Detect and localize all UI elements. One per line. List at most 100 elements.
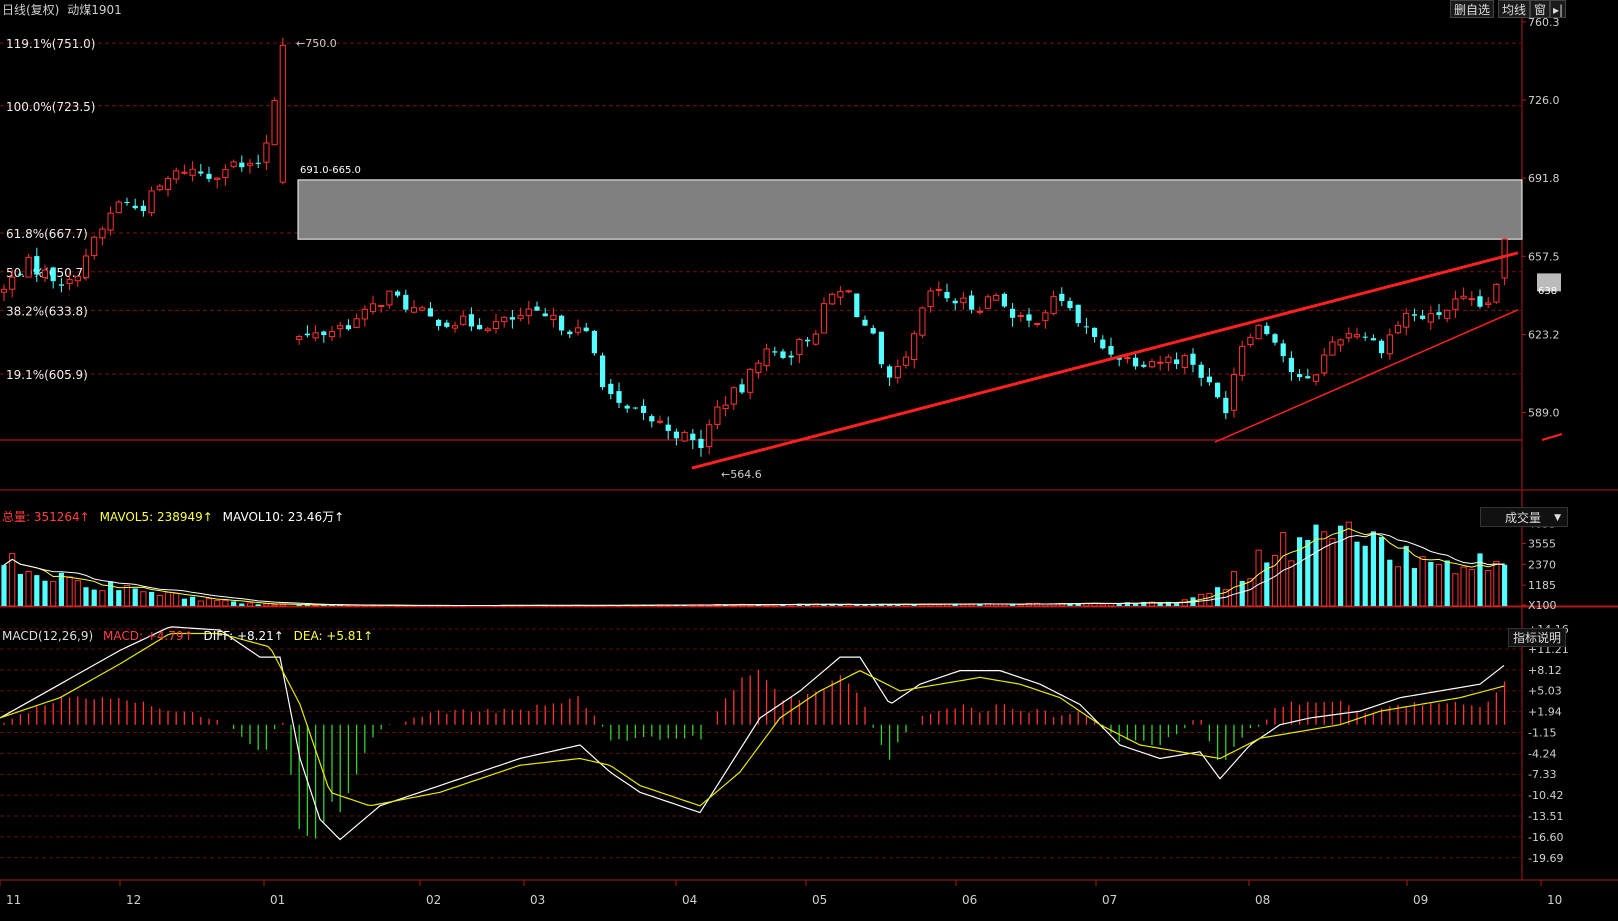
delete-watchlist-button[interactable]: 删自选 (1450, 0, 1494, 18)
volume-axis-label: 3555 (1528, 537, 1556, 550)
candle-body (674, 432, 679, 439)
volume-bar (190, 597, 195, 606)
candle-body (526, 309, 531, 316)
volume-bar (313, 605, 318, 606)
volume-bar (1322, 532, 1327, 606)
volume-bar (1469, 570, 1474, 606)
volume-bar (133, 588, 138, 606)
volume-bar (1354, 542, 1359, 606)
volume-bar (42, 581, 47, 606)
volume-bar (75, 581, 80, 606)
candle-body (272, 100, 277, 144)
volume-bar (1158, 603, 1163, 606)
candle-body (657, 421, 662, 422)
candle-body (1240, 346, 1245, 375)
candle-body (42, 270, 47, 277)
candle-body (1387, 335, 1392, 354)
indicator-help-button[interactable]: 指标说明 (1508, 628, 1566, 647)
candle-body (420, 308, 425, 310)
price-axis-label: 589.0 (1528, 406, 1560, 419)
candle-body (1371, 338, 1376, 340)
candle-body (600, 356, 605, 388)
candle-body (18, 274, 23, 275)
volume-indicator-select[interactable]: 成交量 ▼ (1480, 507, 1568, 527)
volume-axis-label: 1185 (1528, 579, 1556, 592)
volume-bar (26, 571, 31, 606)
period-label[interactable]: 日线(复权) (2, 3, 59, 17)
candle-body (10, 277, 15, 289)
mavol5-value: MAVOL5: 238949↑ (100, 510, 213, 524)
candle-body (124, 202, 129, 203)
candle-body (223, 170, 228, 178)
macd-axis-label: -10.42 (1528, 789, 1563, 802)
candle-body (575, 328, 580, 332)
time-axis-label: 06 (962, 893, 977, 907)
candle-body (428, 308, 433, 316)
volume-bar (231, 601, 236, 606)
candle-body (116, 202, 121, 212)
candle-body (338, 326, 343, 329)
volume-bar (1297, 537, 1302, 606)
volume-bar (1420, 557, 1425, 606)
exit-icon[interactable]: ▸| (1550, 0, 1566, 18)
volume-bar (100, 591, 105, 606)
moving-average-button[interactable]: 均线 (1498, 0, 1530, 18)
time-axis-label: 12 (126, 893, 141, 907)
candle-body (666, 425, 671, 431)
volume-select-label: 成交量 (1505, 511, 1541, 525)
candle-body (944, 292, 949, 298)
candle-body (502, 317, 507, 321)
candle-body (977, 311, 982, 312)
candle-body (682, 432, 687, 441)
candle-body (1010, 309, 1015, 318)
candle-body (444, 323, 449, 327)
volume-bar (1346, 522, 1351, 606)
volume-bar (1371, 531, 1376, 606)
volume-bar (1215, 587, 1220, 606)
volume-bar (1010, 605, 1015, 606)
volume-bar (1387, 560, 1392, 606)
candle-body (1182, 356, 1187, 368)
window-button[interactable]: 窗 (1530, 0, 1550, 18)
volume-bar (272, 605, 277, 606)
candle-body (493, 322, 498, 329)
volume-bar (264, 604, 269, 606)
macd-axis-label: -19.69 (1528, 852, 1563, 865)
candle-body (1354, 335, 1359, 337)
candle-body (1420, 316, 1425, 319)
chart-canvas[interactable]: 760.3726.0691.8657.5623.2589.0119.1%(751… (0, 0, 1618, 917)
candle-body (1149, 362, 1154, 367)
volume-bar (239, 603, 244, 606)
candle-body (805, 340, 810, 342)
candle-body (1305, 376, 1310, 378)
candle-body (1338, 340, 1343, 345)
candle-body (1436, 312, 1441, 315)
mavol10-value: MAVOL10: 23.46万↑ (223, 510, 344, 524)
candle-body (1199, 365, 1204, 378)
candle-body (1297, 374, 1302, 377)
candle-body (1141, 365, 1146, 367)
chart-window[interactable]: 760.3726.0691.8657.5623.2589.0119.1%(751… (0, 0, 1618, 917)
candle-body (1158, 362, 1163, 363)
candle-body (1404, 313, 1409, 327)
candle-body (813, 334, 818, 344)
candle-body (1018, 316, 1023, 317)
candle-body (1330, 342, 1335, 355)
volume-bar (1100, 604, 1105, 606)
volume-bar (174, 593, 179, 606)
volume-bar (1412, 568, 1417, 606)
volume-bar (1363, 546, 1368, 606)
volume-bar (141, 592, 146, 606)
trendline-stub (1542, 434, 1562, 440)
candle-body (1100, 340, 1105, 349)
volume-bar (1379, 537, 1384, 606)
candle-body (1231, 374, 1236, 410)
price-axis-label: 623.2 (1528, 328, 1560, 341)
macd-axis-label: +1.94 (1528, 706, 1562, 719)
macd-axis-label: +8.12 (1528, 664, 1562, 677)
candle-body (1322, 355, 1327, 373)
candle-body (641, 406, 646, 413)
chart-header: 日线(复权) 动煤1901 (2, 1, 126, 18)
trendline (692, 253, 1518, 468)
candle-body (362, 309, 367, 319)
